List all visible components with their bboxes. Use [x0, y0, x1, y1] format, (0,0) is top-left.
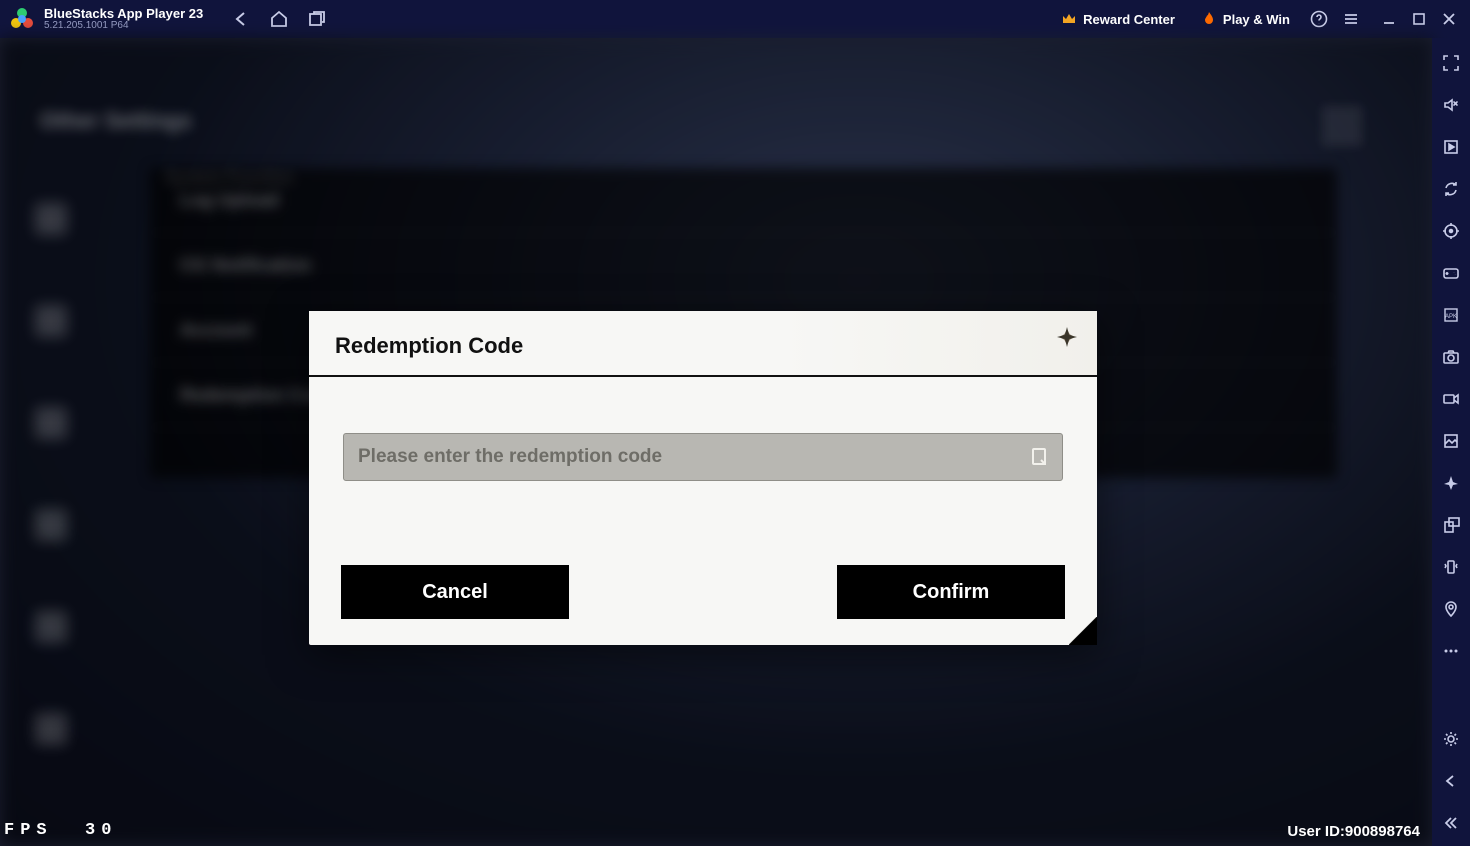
app-name: BlueStacks App Player 23 [44, 7, 203, 20]
game-viewport: Other Settings System Function Log Uploa… [0, 38, 1432, 846]
bg-row: CG Notification [150, 233, 1337, 298]
media-icon[interactable] [1440, 430, 1462, 452]
help-icon[interactable] [1310, 10, 1328, 28]
confirm-button[interactable]: Confirm [837, 565, 1065, 619]
record-icon[interactable] [1440, 388, 1462, 410]
cancel-label: Cancel [422, 581, 488, 604]
redemption-modal: Redemption Code Cancel [309, 311, 1097, 645]
lock-cursor-icon[interactable] [1440, 220, 1462, 242]
minimize-icon[interactable] [1382, 12, 1396, 26]
bg-left-tabs [35, 203, 80, 745]
bg-close-icon [1322, 106, 1362, 146]
crown-icon [1061, 11, 1077, 27]
airplane-icon[interactable] [1440, 472, 1462, 494]
svg-text:APK: APK [1445, 314, 1457, 320]
back-nav-icon[interactable] [1440, 770, 1462, 792]
game-controls-icon[interactable] [1440, 262, 1462, 284]
redemption-code-input[interactable] [343, 433, 1063, 481]
bluestacks-logo-icon [8, 5, 36, 33]
home-icon[interactable] [269, 9, 289, 29]
modal-corner-decoration [1069, 617, 1097, 645]
settings-icon[interactable] [1440, 728, 1462, 750]
sync-icon[interactable] [1440, 178, 1462, 200]
bg-row: Log Upload [150, 168, 1337, 233]
app-version: 5.21.205.1001 P64 [44, 21, 203, 31]
rotate-icon[interactable] [1440, 514, 1462, 536]
reward-center-label: Reward Center [1083, 12, 1175, 27]
screenshot-icon[interactable] [1440, 346, 1462, 368]
paste-icon[interactable] [1029, 446, 1051, 468]
back-icon[interactable] [231, 9, 251, 29]
title-block: BlueStacks App Player 23 5.21.205.1001 P… [44, 7, 203, 31]
fullscreen-icon[interactable] [1440, 52, 1462, 74]
collapse-icon[interactable] [1440, 812, 1462, 834]
confirm-label: Confirm [913, 581, 990, 604]
maximize-icon[interactable] [1412, 12, 1426, 26]
close-window-icon[interactable] [1442, 12, 1456, 26]
modal-actions: Cancel Confirm [309, 501, 1097, 645]
play-win-button[interactable]: Play & Win [1195, 11, 1296, 27]
titlebar: BlueStacks App Player 23 5.21.205.1001 P… [0, 0, 1470, 38]
play-win-label: Play & Win [1223, 12, 1290, 27]
apk-install-icon[interactable]: APK [1440, 304, 1462, 326]
bg-page-title: Other Settings [40, 108, 192, 134]
modal-close-icon[interactable] [1051, 321, 1083, 353]
more-icon[interactable] [1440, 640, 1462, 662]
volume-icon[interactable] [1440, 94, 1462, 116]
modal-title: Redemption Code [335, 333, 1071, 359]
cancel-button[interactable]: Cancel [341, 565, 569, 619]
modal-body [309, 377, 1097, 501]
right-toolbar: APK [1432, 38, 1470, 846]
recents-icon[interactable] [307, 9, 327, 29]
play-store-icon[interactable] [1440, 136, 1462, 158]
location-icon[interactable] [1440, 598, 1462, 620]
modal-header: Redemption Code [309, 311, 1097, 377]
fire-icon [1201, 11, 1217, 27]
reward-center-button[interactable]: Reward Center [1055, 11, 1181, 27]
hamburger-menu-icon[interactable] [1342, 10, 1360, 28]
fps-counter: FPS 30 [4, 821, 117, 840]
user-id-display: User ID:900898764 [1287, 823, 1420, 840]
shake-device-icon[interactable] [1440, 556, 1462, 578]
